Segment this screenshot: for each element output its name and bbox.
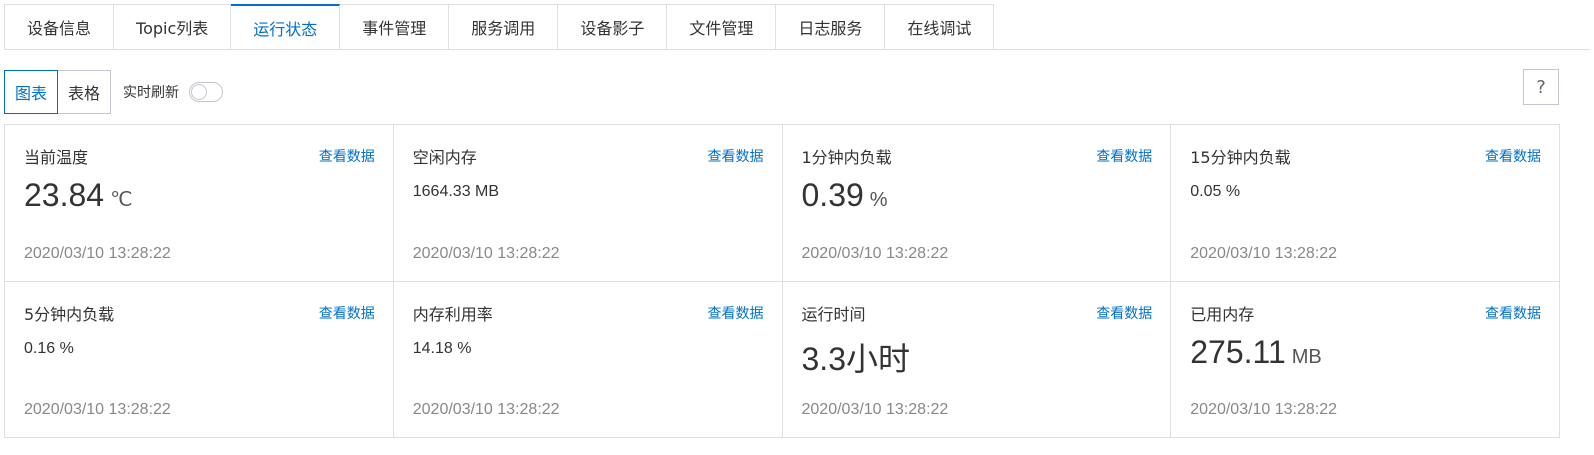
tab-online-debug[interactable]: 在线调试 xyxy=(885,4,995,50)
view-data-link[interactable]: 查看数据 xyxy=(1485,304,1541,324)
card-timestamp: 2020/03/10 13:28:22 xyxy=(24,244,171,262)
view-data-link[interactable]: 查看数据 xyxy=(1096,147,1152,167)
tab-device-shadow[interactable]: 设备影子 xyxy=(558,4,668,50)
toggle-knob xyxy=(191,84,208,100)
question-icon: ? xyxy=(1536,76,1546,98)
card-timestamp: 2020/03/10 13:28:22 xyxy=(1190,244,1338,262)
tab-divider xyxy=(4,49,1590,50)
card-value: 0.05 % xyxy=(1190,183,1241,200)
card-value-unit: ℃ xyxy=(110,189,133,211)
card-timestamp: 2020/03/10 13:28:22 xyxy=(412,401,560,418)
help-button[interactable]: ? xyxy=(1523,69,1559,105)
status-card-temperature: 当前温度 查看数据 23.84 ℃ 2020/03/10 13:28:22 xyxy=(5,125,394,282)
view-data-link[interactable]: 查看数据 xyxy=(708,147,764,167)
card-timestamp: 2020/03/10 13:28:22 xyxy=(801,401,949,418)
card-value: 1664.33 MB xyxy=(412,183,500,200)
status-card-free-memory: 空闲内存 查看数据 1664.33 MB 2020/03/10 13:28:22 xyxy=(393,125,783,282)
view-data-link[interactable]: 查看数据 xyxy=(1485,147,1541,167)
status-card-load-15min: 15分钟内负载 查看数据 0.05 % 2020/03/10 13:28:22 xyxy=(1171,125,1560,282)
realtime-refresh-toggle[interactable] xyxy=(189,82,224,102)
status-card-grid: 当前温度 查看数据 23.84 ℃ 2020/03/10 13:28:22 空闲… xyxy=(4,124,1560,438)
card-value-number: 275.11 xyxy=(1190,333,1286,370)
status-card-load-1min: 1分钟内负载 查看数据 0.39 % 2020/03/10 13:28:22 xyxy=(782,125,1172,282)
tab-log-service[interactable]: 日志服务 xyxy=(776,4,886,50)
card-value-number: 0.39 xyxy=(801,177,864,213)
card-value-number: 23.84 xyxy=(24,177,105,213)
card-value-unit: % xyxy=(869,189,888,211)
card-value: 0.16 % xyxy=(24,339,74,357)
view-data-link[interactable]: 查看数据 xyxy=(1096,304,1152,324)
card-value: 3.3小时 xyxy=(802,334,1151,378)
card-timestamp: 2020/03/10 13:28:22 xyxy=(1190,401,1338,418)
card-timestamp: 2020/03/10 13:28:22 xyxy=(412,244,560,262)
card-value: 23.84 ℃ xyxy=(24,177,373,221)
tab-event-management[interactable]: 事件管理 xyxy=(340,4,450,50)
tab-service-call[interactable]: 服务调用 xyxy=(449,4,559,50)
tab-bar: 设备信息 Topic列表 运行状态 事件管理 服务调用 设备影子 文件管理 日志… xyxy=(4,4,995,50)
realtime-refresh-label: 实时刷新 xyxy=(123,85,180,101)
view-table-button[interactable]: 表格 xyxy=(58,70,112,114)
card-timestamp: 2020/03/10 13:28:22 xyxy=(24,401,171,418)
card-timestamp: 2020/03/10 13:28:22 xyxy=(801,244,949,262)
view-data-link[interactable]: 查看数据 xyxy=(319,304,375,324)
card-value: 14.18 % xyxy=(412,339,472,357)
status-card-load-5min: 5分钟内负载 查看数据 0.16 % 2020/03/10 13:28:22 xyxy=(5,281,394,438)
view-toolbar: 图表 表格 实时刷新 xyxy=(4,70,224,114)
card-value: 275.11 MB xyxy=(1190,334,1539,378)
view-chart-button[interactable]: 图表 xyxy=(4,70,59,114)
status-card-used-memory: 已用内存 查看数据 275.11 MB 2020/03/10 13:28:22 xyxy=(1171,281,1560,438)
status-card-uptime: 运行时间 查看数据 3.3小时 2020/03/10 13:28:22 xyxy=(782,281,1172,438)
status-card-memory-usage: 内存利用率 查看数据 14.18 % 2020/03/10 13:28:22 xyxy=(393,281,783,438)
tab-topic-list[interactable]: Topic列表 xyxy=(114,4,232,50)
card-value-unit: MB xyxy=(1291,345,1322,368)
tab-run-status[interactable]: 运行状态 xyxy=(231,4,341,50)
tab-file-management[interactable]: 文件管理 xyxy=(667,4,777,50)
tab-device-info[interactable]: 设备信息 xyxy=(5,4,115,50)
view-data-link[interactable]: 查看数据 xyxy=(319,147,375,167)
card-value-number: 3.3小时 xyxy=(801,340,911,377)
card-value: 0.39 % xyxy=(802,177,1151,221)
view-data-link[interactable]: 查看数据 xyxy=(708,304,764,324)
